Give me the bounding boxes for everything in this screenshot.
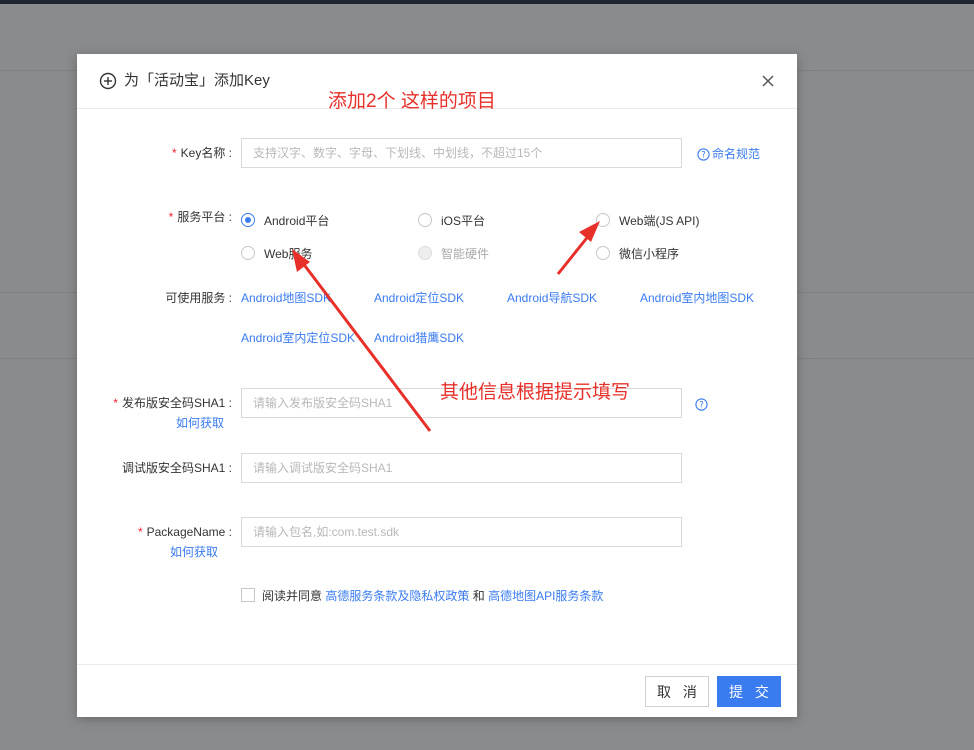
key-name-input[interactable] bbox=[241, 138, 682, 168]
terms-privacy-link[interactable]: 高德服务条款及隐私权政策 bbox=[325, 589, 469, 603]
dialog-title: 为「活动宝」添加Key bbox=[124, 72, 270, 89]
radio-web-service[interactable]: Web服务 bbox=[241, 245, 312, 261]
agreement-text: 阅读并同意 高德服务条款及隐私权政策 和 高德地图API服务条款 bbox=[262, 589, 604, 603]
cancel-button[interactable]: 取 消 bbox=[645, 676, 709, 707]
key-name-label: * Key名称 : bbox=[171, 146, 232, 160]
required-mark: * bbox=[113, 396, 118, 410]
platform-label: * 服务平台 : bbox=[168, 210, 232, 224]
package-name-how-link[interactable]: 如何获取 bbox=[170, 544, 218, 560]
submit-button[interactable]: 提 交 bbox=[717, 676, 781, 707]
service-link[interactable]: Android猎鹰SDK bbox=[374, 330, 464, 346]
svg-text:?: ? bbox=[699, 401, 704, 411]
radio-wechat-miniprogram[interactable]: 微信小程序 bbox=[596, 245, 679, 261]
required-mark: * bbox=[137, 525, 143, 539]
agreement-checkbox[interactable] bbox=[241, 588, 255, 602]
radio-ios-platform[interactable]: iOS平台 bbox=[418, 212, 485, 228]
radio-web-js-api[interactable]: Web端(JS API) bbox=[596, 212, 699, 228]
help-icon[interactable]: ? bbox=[695, 398, 708, 411]
service-link[interactable]: Android室内定位SDK bbox=[241, 330, 355, 346]
release-sha1-how-link[interactable]: 如何获取 bbox=[176, 415, 224, 431]
add-key-dialog: 为「活动宝」添加Key *Key名称 : ? 命名规范 *服务平台 : Andr… bbox=[77, 54, 797, 717]
close-icon[interactable] bbox=[760, 73, 776, 89]
debug-sha1-label: 调试版安全码SHA1 : bbox=[121, 461, 232, 475]
help-icon[interactable]: ? bbox=[697, 148, 710, 161]
service-link[interactable]: Android导航SDK bbox=[507, 290, 597, 306]
radio-smart-hardware: 智能硬件 bbox=[418, 245, 489, 261]
api-terms-link[interactable]: 高德地图API服务条款 bbox=[488, 589, 603, 603]
package-name-input[interactable] bbox=[241, 517, 682, 547]
required-mark: * bbox=[168, 210, 174, 224]
footer-divider bbox=[77, 664, 797, 665]
release-sha1-label: * 发布版安全码SHA1 : bbox=[113, 396, 232, 410]
radio-android-platform[interactable]: Android平台 bbox=[241, 212, 329, 228]
service-link[interactable]: Android定位SDK bbox=[374, 290, 464, 306]
svg-text:?: ? bbox=[701, 151, 706, 161]
debug-sha1-input[interactable] bbox=[241, 453, 682, 483]
annotation-note: 添加2个 这样的项目 bbox=[328, 91, 496, 112]
services-label: 可使用服务 : bbox=[165, 291, 232, 305]
service-link[interactable]: Android地图SDK bbox=[241, 290, 331, 306]
annotation-note: 其他信息根据提示填写 bbox=[440, 382, 631, 403]
naming-rule-link[interactable]: 命名规范 bbox=[712, 146, 760, 162]
add-circle-icon bbox=[99, 72, 117, 90]
package-name-label: * PackageName : bbox=[137, 525, 232, 539]
service-link[interactable]: Android室内地图SDK bbox=[640, 290, 754, 306]
required-mark: * bbox=[171, 146, 177, 160]
